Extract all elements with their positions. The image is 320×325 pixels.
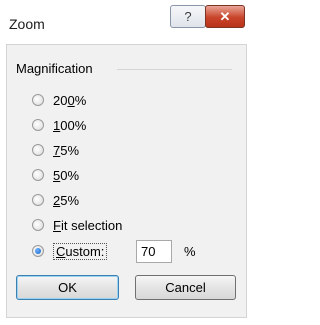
close-icon: ✕ xyxy=(219,8,231,24)
radio-button[interactable] xyxy=(32,94,44,106)
ok-button[interactable]: OK xyxy=(16,275,119,300)
radio-200-percent[interactable]: 200% xyxy=(32,91,86,109)
close-button[interactable]: ✕ xyxy=(205,5,245,28)
radio-custom[interactable]: Custom: xyxy=(32,242,108,260)
help-icon: ? xyxy=(184,9,192,24)
radio-label: 75% xyxy=(53,142,80,158)
radio-label: Fit selection xyxy=(53,217,123,233)
radio-75-percent[interactable]: 75% xyxy=(32,141,79,159)
percent-label: % xyxy=(184,244,196,259)
radio-label: 50% xyxy=(53,167,80,183)
radio-fit-selection[interactable]: Fit selection xyxy=(32,216,122,234)
group-divider xyxy=(117,69,232,70)
radio-label: Custom: xyxy=(53,242,108,260)
radio-label: 200% xyxy=(53,92,87,108)
radio-button[interactable] xyxy=(32,219,44,231)
radio-25-percent[interactable]: 25% xyxy=(32,191,79,209)
radio-50-percent[interactable]: 50% xyxy=(32,166,79,184)
help-button[interactable]: ? xyxy=(170,5,206,28)
dialog-body: Magnification 200% 100% 75% 50% 25% Fit … xyxy=(6,44,247,318)
magnification-group-label: Magnification xyxy=(16,61,93,76)
dialog-title: Zoom xyxy=(9,16,45,32)
zoom-dialog: Zoom ? ✕ Magnification 200% 100% 75% 50% xyxy=(0,0,252,325)
radio-button[interactable] xyxy=(32,144,44,156)
radio-button-selected[interactable] xyxy=(32,245,44,257)
radio-label: 25% xyxy=(53,192,80,208)
custom-zoom-input[interactable]: 70 xyxy=(136,240,172,263)
radio-button[interactable] xyxy=(32,119,44,131)
radio-button[interactable] xyxy=(32,169,44,181)
cancel-button[interactable]: Cancel xyxy=(135,275,236,300)
radio-100-percent[interactable]: 100% xyxy=(32,116,86,134)
radio-label: 100% xyxy=(53,117,87,133)
title-bar: Zoom ? ✕ xyxy=(0,0,252,44)
radio-button[interactable] xyxy=(32,194,44,206)
